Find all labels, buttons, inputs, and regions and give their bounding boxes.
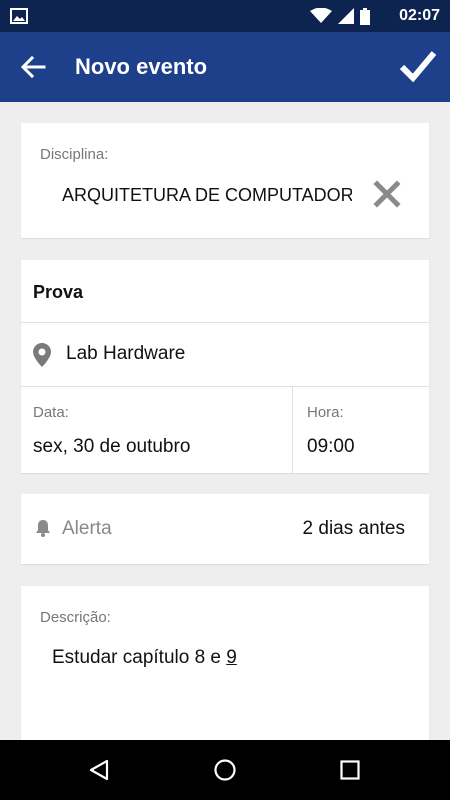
signal-icon	[338, 8, 354, 24]
check-icon[interactable]	[398, 46, 438, 86]
bell-icon	[36, 520, 50, 537]
date-label: Data:	[33, 404, 69, 421]
battery-icon	[360, 7, 370, 25]
alert-row[interactable]: Alerta 2 dias antes	[21, 494, 429, 564]
time-label: Hora:	[307, 404, 344, 421]
event-details-card: Prova Lab Hardware Data: sex, 30 de outu…	[21, 260, 429, 473]
arrow-back-icon[interactable]	[18, 52, 48, 82]
time-field[interactable]: Hora: 09:00	[293, 387, 429, 473]
app-bar: Novo evento	[0, 32, 450, 102]
description-text-underlined: 9	[226, 647, 237, 668]
wifi-icon	[310, 8, 332, 23]
nav-home-icon[interactable]	[213, 758, 237, 782]
description-text: Estudar capítulo 8 e	[52, 647, 227, 668]
navigation-bar	[0, 740, 450, 800]
date-field[interactable]: Data: sex, 30 de outubro	[21, 387, 293, 473]
date-value: sex, 30 de outubro	[33, 436, 191, 457]
alert-label: Alerta	[62, 518, 112, 539]
description-input[interactable]: Estudar capítulo 8 e 9	[52, 647, 237, 669]
description-label: Descrição:	[40, 609, 111, 626]
event-type: Prova	[33, 282, 84, 302]
status-bar: 02:07	[0, 0, 450, 32]
discipline-field[interactable]: ARQUITETURA DE COMPUTADOR	[62, 185, 352, 206]
close-x-icon[interactable]	[373, 180, 401, 208]
clock: 02:07	[399, 7, 440, 24]
description-card: Descrição: Estudar capítulo 8 e 9	[21, 586, 429, 746]
nav-back-icon[interactable]	[87, 758, 111, 782]
location-row[interactable]: Lab Hardware	[21, 323, 429, 387]
location-text: Lab Hardware	[66, 343, 186, 364]
nav-recents-icon[interactable]	[338, 758, 362, 782]
image-icon	[10, 8, 28, 24]
discipline-card: Disciplina: ARQUITETURA DE COMPUTADOR	[21, 123, 429, 238]
page-title: Novo evento	[75, 54, 208, 79]
alert-value: 2 dias antes	[302, 518, 405, 539]
event-type-row[interactable]: Prova	[21, 260, 429, 323]
system-icons	[310, 7, 370, 25]
time-value: 09:00	[307, 436, 355, 457]
discipline-label: Disciplina:	[40, 146, 109, 163]
location-pin-icon	[33, 343, 51, 367]
